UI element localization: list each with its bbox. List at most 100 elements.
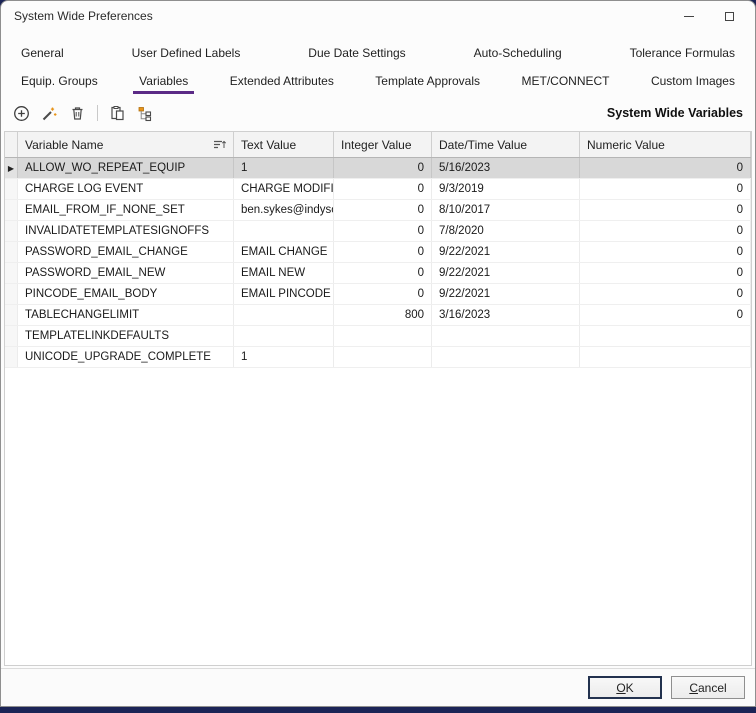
cell-integer-value[interactable]: 0: [334, 242, 432, 262]
tab-auto-scheduling[interactable]: Auto-Scheduling: [462, 39, 574, 67]
cell-variable-name[interactable]: TABLECHANGELIMIT: [18, 305, 234, 325]
column-header-datetime-value[interactable]: Date/Time Value: [432, 132, 580, 157]
delete-icon[interactable]: [69, 105, 86, 122]
cell-variable-name[interactable]: PINCODE_EMAIL_BODY: [18, 284, 234, 304]
cell-variable-name[interactable]: PASSWORD_EMAIL_CHANGE: [18, 242, 234, 262]
tab-variables[interactable]: Variables: [127, 67, 200, 95]
cell-variable-name[interactable]: UNICODE_UPGRADE_COMPLETE: [18, 347, 234, 367]
row-selector-cell[interactable]: ▶: [5, 158, 18, 178]
cell-numeric-value[interactable]: 0: [580, 242, 751, 262]
cell-integer-value[interactable]: 0: [334, 263, 432, 283]
cell-integer-value[interactable]: 0: [334, 179, 432, 199]
maximize-button[interactable]: [709, 1, 749, 31]
cell-datetime-value[interactable]: [432, 347, 580, 367]
edit-wand-icon[interactable]: [41, 105, 58, 122]
cell-variable-name[interactable]: CHARGE LOG EVENT: [18, 179, 234, 199]
cell-numeric-value[interactable]: 0: [580, 284, 751, 304]
row-selector-cell[interactable]: [5, 263, 18, 283]
row-selector-cell[interactable]: [5, 200, 18, 220]
table-row[interactable]: PASSWORD_EMAIL_NEWEMAIL NEW09/22/20210: [5, 263, 751, 284]
cell-text-value[interactable]: ben.sykes@indyso: [234, 200, 334, 220]
tab-custom-images[interactable]: Custom Images: [639, 67, 747, 95]
cell-datetime-value[interactable]: 3/16/2023: [432, 305, 580, 325]
cell-numeric-value[interactable]: 0: [580, 263, 751, 283]
tab-met-connect[interactable]: MET/CONNECT: [509, 67, 621, 95]
column-header-text-value[interactable]: Text Value: [234, 132, 334, 157]
cell-text-value[interactable]: EMAIL PINCODE: [234, 284, 334, 304]
cell-text-value[interactable]: CHARGE MODIFIC: [234, 179, 334, 199]
table-row[interactable]: EMAIL_FROM_IF_NONE_SETben.sykes@indyso08…: [5, 200, 751, 221]
cell-integer-value[interactable]: 0: [334, 200, 432, 220]
cell-numeric-value[interactable]: 0: [580, 158, 751, 178]
cell-text-value[interactable]: [234, 221, 334, 241]
cell-numeric-value[interactable]: [580, 347, 751, 367]
add-icon[interactable]: [13, 105, 30, 122]
table-row[interactable]: TABLECHANGELIMIT 8003/16/20230: [5, 305, 751, 326]
cell-datetime-value[interactable]: [432, 326, 580, 346]
column-header-integer-value[interactable]: Integer Value: [334, 132, 432, 157]
table-row[interactable]: TEMPLATELINKDEFAULTS: [5, 326, 751, 347]
cell-numeric-value[interactable]: 0: [580, 200, 751, 220]
cell-numeric-value[interactable]: 0: [580, 305, 751, 325]
cell-datetime-value[interactable]: 9/3/2019: [432, 179, 580, 199]
cell-text-value[interactable]: [234, 326, 334, 346]
cell-datetime-value[interactable]: 8/10/2017: [432, 200, 580, 220]
cell-variable-name[interactable]: ALLOW_WO_REPEAT_EQUIP: [18, 158, 234, 178]
table-row[interactable]: INVALIDATETEMPLATESIGNOFFS 07/8/20200: [5, 221, 751, 242]
tab-general[interactable]: General: [9, 39, 76, 67]
cell-numeric-value[interactable]: 0: [580, 221, 751, 241]
cell-text-value[interactable]: EMAIL NEW: [234, 263, 334, 283]
cell-variable-name[interactable]: PASSWORD_EMAIL_NEW: [18, 263, 234, 283]
cell-integer-value[interactable]: 800: [334, 305, 432, 325]
tab-extended-attributes[interactable]: Extended Attributes: [218, 67, 346, 95]
table-row[interactable]: ▶ALLOW_WO_REPEAT_EQUIP105/16/20230: [5, 158, 751, 179]
cancel-button[interactable]: Cancel: [671, 676, 745, 699]
cell-datetime-value[interactable]: 9/22/2021: [432, 263, 580, 283]
tabs-row-secondary: Equip. Groups Variables Extended Attribu…: [1, 67, 755, 95]
paste-icon[interactable]: [109, 105, 126, 122]
table-row[interactable]: PASSWORD_EMAIL_CHANGEEMAIL CHANGE09/22/2…: [5, 242, 751, 263]
row-selector-cell[interactable]: [5, 284, 18, 304]
tab-due-date-settings[interactable]: Due Date Settings: [296, 39, 417, 67]
cell-integer-value[interactable]: 0: [334, 158, 432, 178]
column-header-numeric-value[interactable]: Numeric Value: [580, 132, 751, 157]
cell-variable-name[interactable]: TEMPLATELINKDEFAULTS: [18, 326, 234, 346]
cell-text-value[interactable]: [234, 305, 334, 325]
window-title: System Wide Preferences: [14, 9, 153, 23]
footer: OK Cancel: [1, 669, 755, 706]
cell-integer-value[interactable]: [334, 347, 432, 367]
cell-text-value[interactable]: 1: [234, 158, 334, 178]
cell-datetime-value[interactable]: 9/22/2021: [432, 242, 580, 262]
tree-view-icon[interactable]: [137, 105, 154, 122]
sort-ascending-icon[interactable]: [213, 139, 226, 150]
row-selector-cell[interactable]: [5, 242, 18, 262]
row-selector-cell[interactable]: [5, 347, 18, 367]
row-selector-cell[interactable]: [5, 179, 18, 199]
cell-datetime-value[interactable]: 5/16/2023: [432, 158, 580, 178]
cell-datetime-value[interactable]: 7/8/2020: [432, 221, 580, 241]
cell-numeric-value[interactable]: 0: [580, 179, 751, 199]
cell-numeric-value[interactable]: [580, 326, 751, 346]
row-selector-cell[interactable]: [5, 305, 18, 325]
table-row[interactable]: UNICODE_UPGRADE_COMPLETE1: [5, 347, 751, 368]
cell-text-value[interactable]: 1: [234, 347, 334, 367]
cell-datetime-value[interactable]: 9/22/2021: [432, 284, 580, 304]
cell-integer-value[interactable]: 0: [334, 221, 432, 241]
minimize-button[interactable]: [669, 1, 709, 31]
tab-user-defined-labels[interactable]: User Defined Labels: [120, 39, 253, 67]
ok-button[interactable]: OK: [588, 676, 662, 699]
cell-integer-value[interactable]: 0: [334, 284, 432, 304]
tab-tolerance-formulas[interactable]: Tolerance Formulas: [618, 39, 747, 67]
row-selector-cell[interactable]: [5, 221, 18, 241]
cell-variable-name[interactable]: EMAIL_FROM_IF_NONE_SET: [18, 200, 234, 220]
tab-equip-groups[interactable]: Equip. Groups: [9, 67, 110, 95]
tab-template-approvals[interactable]: Template Approvals: [363, 67, 492, 95]
row-selector-cell[interactable]: [5, 326, 18, 346]
cell-variable-name[interactable]: INVALIDATETEMPLATESIGNOFFS: [18, 221, 234, 241]
table-row[interactable]: PINCODE_EMAIL_BODYEMAIL PINCODE09/22/202…: [5, 284, 751, 305]
cell-text-value[interactable]: EMAIL CHANGE: [234, 242, 334, 262]
tabs-row-primary: General User Defined Labels Due Date Set…: [1, 39, 755, 67]
cell-integer-value[interactable]: [334, 326, 432, 346]
table-row[interactable]: CHARGE LOG EVENTCHARGE MODIFIC09/3/20190: [5, 179, 751, 200]
column-header-variable-name[interactable]: Variable Name: [18, 132, 234, 157]
